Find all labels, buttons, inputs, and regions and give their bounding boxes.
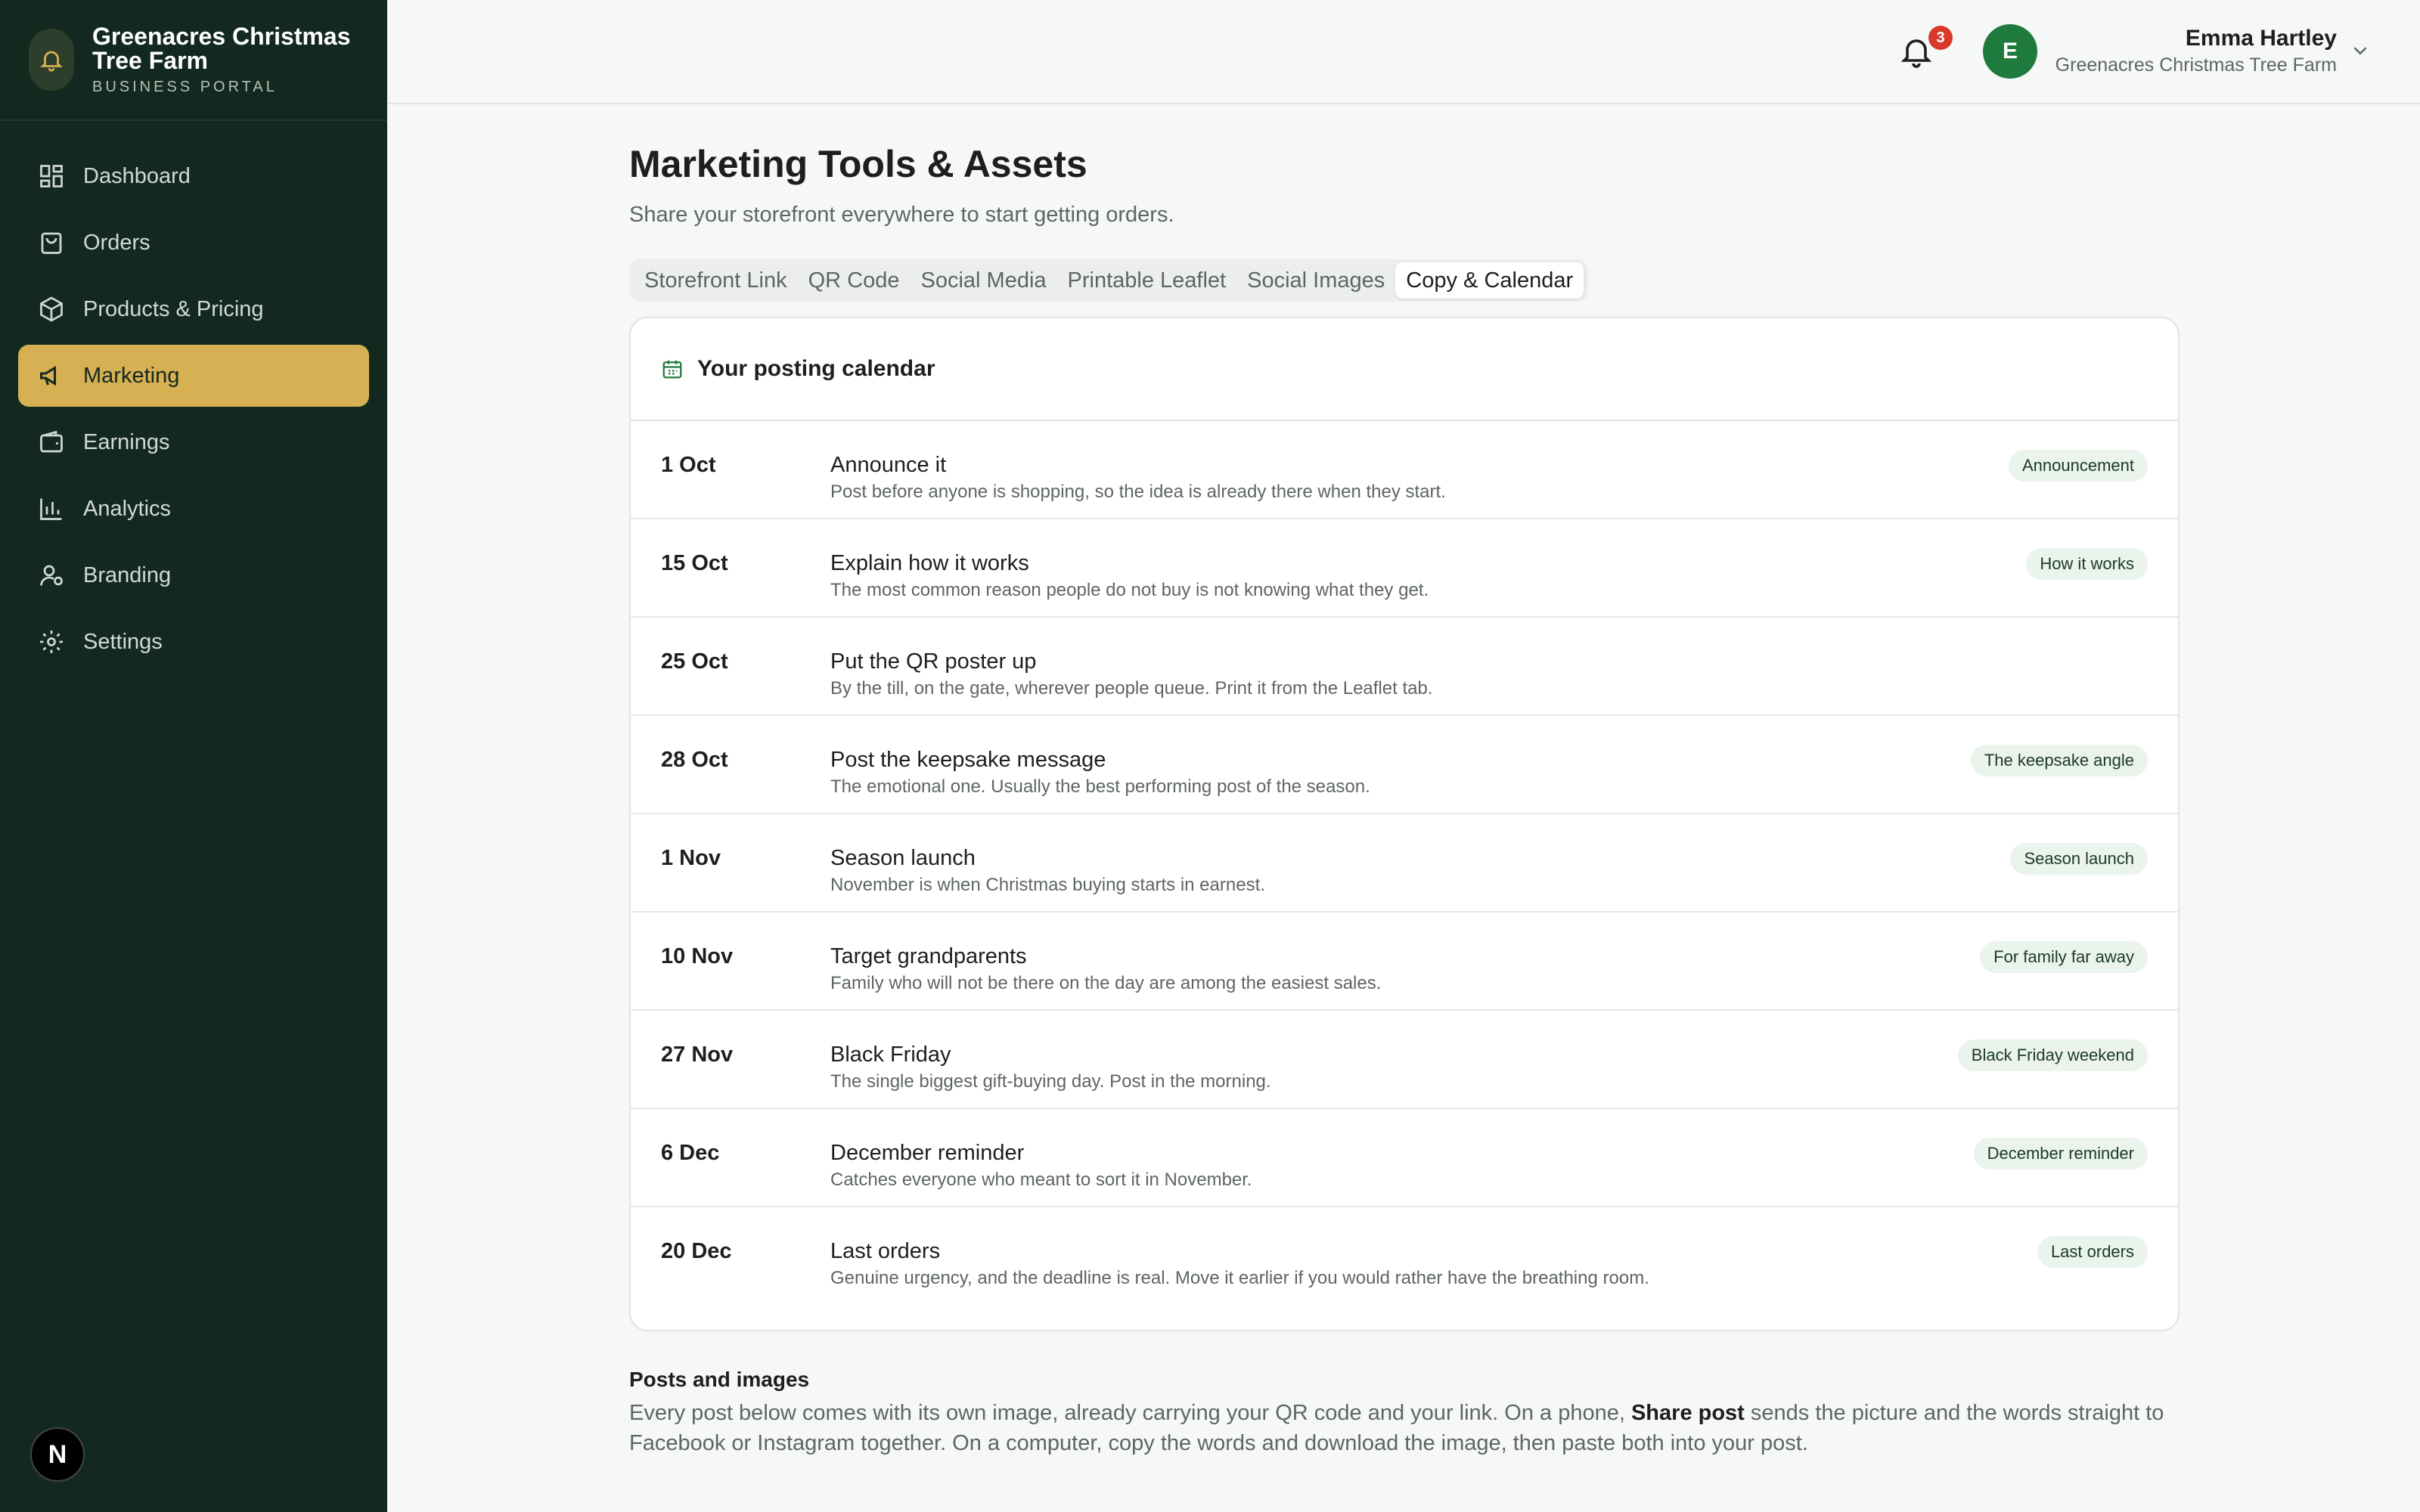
sidebar-item-label: Orders	[83, 230, 150, 255]
calendar-row: 6 Dec December reminder Catches everyone…	[631, 1109, 2178, 1207]
row-tag[interactable]: Announcement	[2009, 450, 2148, 482]
tab-copy-calendar[interactable]: Copy & Calendar	[1395, 262, 1584, 299]
row-tag[interactable]: How it works	[2026, 548, 2148, 580]
posting-calendar-card: Your posting calendar 1 Oct Announce it …	[629, 317, 2180, 1331]
row-date: 28 Oct	[661, 748, 728, 772]
row-date: 20 Dec	[661, 1239, 732, 1263]
row-title: December reminder	[830, 1141, 1025, 1165]
row-tag[interactable]: December reminder	[1973, 1138, 2148, 1170]
sidebar-item-label: Products & Pricing	[83, 296, 264, 321]
dashboard-icon	[40, 165, 63, 187]
wallet-icon	[40, 430, 63, 453]
sidebar-item-label: Branding	[83, 562, 172, 587]
page-subtitle: Share your storefront everywhere to star…	[629, 203, 1174, 227]
top-header: 3 E Emma Hartley Greenacres Christmas Tr…	[387, 0, 2420, 104]
row-title: Explain how it works	[830, 551, 1029, 575]
sidebar-item-label: Earnings	[83, 429, 170, 454]
notification-count-badge: 3	[1928, 26, 1953, 50]
posts-section-description: Every post below comes with its own imag…	[629, 1398, 2180, 1458]
row-date: 1 Nov	[661, 846, 721, 870]
row-title: Post the keepsake message	[830, 748, 1106, 772]
calendar-title: Your posting calendar	[697, 356, 935, 381]
brand-subtitle: BUSINESS PORTAL	[92, 78, 278, 95]
sidebar-item-label: Marketing	[83, 363, 180, 388]
row-description: The emotional one. Usually the best perf…	[830, 776, 1370, 797]
user-name[interactable]: Emma Hartley	[2186, 26, 2337, 51]
row-description: Family who will not be there on the day …	[830, 973, 1382, 993]
row-description: November is when Christmas buying starts…	[830, 875, 1265, 895]
sidebar-item-branding[interactable]: Branding	[18, 544, 369, 606]
bell-logo-icon	[29, 29, 74, 91]
brand-header[interactable]: Greenacres Christmas Tree Farm BUSINESS …	[0, 0, 387, 121]
calendar-row: 10 Nov Target grandparents Family who wi…	[631, 912, 2178, 1011]
user-brand-icon	[40, 565, 63, 586]
sidebar-item-marketing[interactable]: Marketing	[18, 345, 369, 407]
sidebar: Greenacres Christmas Tree Farm BUSINESS …	[0, 0, 387, 1512]
page-title: Marketing Tools & Assets	[629, 143, 1087, 185]
row-date: 27 Nov	[661, 1043, 734, 1067]
calendar-row: 25 Oct Put the QR poster up By the till,…	[631, 618, 2178, 716]
sidebar-item-dashboard[interactable]: Dashboard	[18, 145, 369, 207]
row-description: Catches everyone who meant to sort it in…	[830, 1170, 1252, 1190]
row-tag[interactable]: Season launch	[2010, 843, 2148, 875]
posts-section-title: Posts and images	[629, 1368, 810, 1391]
row-description: The most common reason people do not buy…	[830, 580, 1429, 600]
row-title: Put the QR poster up	[830, 649, 1037, 674]
row-title: Announce it	[830, 453, 947, 477]
bar-chart-icon	[40, 498, 62, 520]
row-title: Last orders	[830, 1239, 941, 1263]
sidebar-item-settings[interactable]: Settings	[18, 611, 369, 673]
megaphone-icon	[40, 365, 56, 386]
brand-name: Greenacres Christmas Tree Farm	[92, 22, 351, 74]
calendar-header: Your posting calendar	[631, 318, 2178, 421]
gear-icon	[40, 631, 63, 653]
avatar[interactable]: E	[1983, 24, 2037, 79]
main-content: Marketing Tools & Assets Share your stor…	[629, 104, 2180, 1458]
sidebar-item-label: Dashboard	[83, 163, 191, 188]
user-org: Greenacres Christmas Tree Farm	[2055, 54, 2337, 76]
row-date: 1 Oct	[661, 453, 716, 477]
row-description: Post before anyone is shopping, so the i…	[830, 482, 1446, 502]
row-tag[interactable]: For family far away	[1980, 941, 2148, 973]
row-description: By the till, on the gate, wherever peopl…	[830, 678, 1433, 699]
tab-storefront-link[interactable]: Storefront Link	[634, 262, 798, 299]
sidebar-item-analytics[interactable]: Analytics	[18, 478, 369, 540]
sidebar-item-products[interactable]: Products & Pricing	[18, 278, 369, 340]
chevron-down-icon[interactable]	[2349, 39, 2372, 62]
tab-social-media[interactable]: Social Media	[911, 262, 1057, 299]
sidebar-item-earnings[interactable]: Earnings	[18, 411, 369, 473]
row-title: Target grandparents	[830, 944, 1027, 968]
sidebar-nav: Dashboard Orders Products & Pricing Mark…	[18, 145, 369, 677]
shopping-bag-icon	[41, 232, 62, 254]
sidebar-item-label: Settings	[83, 629, 163, 654]
row-date: 10 Nov	[661, 944, 734, 968]
row-date: 25 Oct	[661, 649, 728, 674]
row-tag[interactable]: Last orders	[2037, 1236, 2148, 1268]
package-icon	[40, 296, 63, 322]
calendar-row: 1 Nov Season launch November is when Chr…	[631, 814, 2178, 912]
row-tag[interactable]: The keepsake angle	[1970, 745, 2148, 776]
row-date: 6 Dec	[661, 1141, 720, 1165]
calendar-row: 1 Oct Announce it Post before anyone is …	[631, 421, 2178, 519]
marketing-tabs: Storefront Link QR Code Social Media Pri…	[629, 259, 1589, 302]
tab-social-images[interactable]: Social Images	[1236, 262, 1395, 299]
framework-badge[interactable]: N	[30, 1427, 85, 1482]
row-date: 15 Oct	[661, 551, 728, 575]
share-post-emphasis: Share post	[1630, 1401, 1745, 1425]
row-description: The single biggest gift-buying day. Post…	[830, 1071, 1271, 1092]
row-description: Genuine urgency, and the deadline is rea…	[830, 1268, 1649, 1288]
calendar-row: 15 Oct Explain how it works The most com…	[631, 519, 2178, 618]
sidebar-item-orders[interactable]: Orders	[18, 212, 369, 274]
calendar-row: 27 Nov Black Friday The single biggest g…	[631, 1011, 2178, 1109]
calendar-row: 20 Dec Last orders Genuine urgency, and …	[631, 1207, 2178, 1330]
calendar-row: 28 Oct Post the keepsake message The emo…	[631, 716, 2178, 814]
row-tag[interactable]: Black Friday weekend	[1957, 1040, 2148, 1071]
calendar-icon	[662, 360, 682, 379]
tab-qr-code[interactable]: QR Code	[798, 262, 911, 299]
row-title: Black Friday	[830, 1043, 951, 1067]
tab-printable-leaflet[interactable]: Printable Leaflet	[1057, 262, 1237, 299]
posts-text-before: Every post below comes with its own imag…	[629, 1401, 1631, 1425]
row-title: Season launch	[830, 846, 976, 870]
sidebar-item-label: Analytics	[83, 496, 172, 521]
